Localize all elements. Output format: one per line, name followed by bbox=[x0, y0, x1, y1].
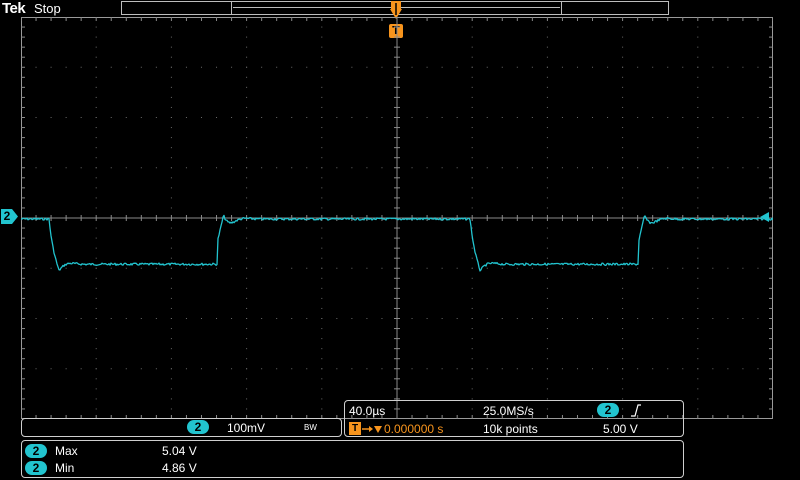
horizontal-scale: 40.0µs bbox=[349, 404, 386, 418]
trigger-delay-badge: T bbox=[349, 422, 361, 435]
channel-readout-panel[interactable]: 2 100mV BW bbox=[21, 418, 342, 437]
measurement-channel-badge: 2 bbox=[25, 461, 47, 475]
graticule bbox=[21, 17, 773, 419]
timebase-panel[interactable]: 40.0µs 25.0MS/s 2 T 0.000000 s 10k point… bbox=[344, 400, 684, 437]
delay-arrow-icon bbox=[362, 426, 382, 433]
trigger-level-icon[interactable] bbox=[760, 212, 769, 222]
rising-edge-icon bbox=[631, 404, 641, 417]
sample-rate: 25.0MS/s bbox=[483, 404, 534, 418]
measurement-value: 4.86 V bbox=[162, 461, 197, 475]
channel-2-ground-marker[interactable]: 2 bbox=[0, 209, 19, 224]
channel-badge: 2 bbox=[187, 420, 209, 434]
measurement-row[interactable]: 2 Max 5.04 V bbox=[22, 443, 683, 459]
bandwidth-limit-label: BW bbox=[304, 423, 317, 432]
brand-logo: Tek bbox=[2, 0, 26, 17]
measurement-channel-badge: 2 bbox=[25, 444, 47, 458]
measurement-name: Max bbox=[55, 444, 78, 458]
measurement-name: Min bbox=[55, 461, 75, 475]
record-length: 10k points bbox=[483, 422, 538, 436]
oscilloscope-screen: Tek Stop T 2 2 100mV BW 40.0µs 25.0MS/s … bbox=[0, 0, 800, 480]
ground-marker-label: 2 bbox=[3, 209, 11, 223]
acquisition-state[interactable]: Stop bbox=[34, 1, 61, 16]
measurement-value: 5.04 V bbox=[162, 444, 197, 458]
trigger-level: 5.00 V bbox=[603, 422, 638, 436]
trigger-source-badge: 2 bbox=[597, 403, 619, 417]
measurements-panel[interactable]: 2 Max 5.04 V 2 Min 4.86 V bbox=[21, 440, 684, 478]
trigger-delay: 0.000000 s bbox=[384, 422, 444, 436]
channel-scale: 100mV bbox=[227, 421, 266, 435]
measurement-row[interactable]: 2 Min 4.86 V bbox=[22, 460, 683, 476]
